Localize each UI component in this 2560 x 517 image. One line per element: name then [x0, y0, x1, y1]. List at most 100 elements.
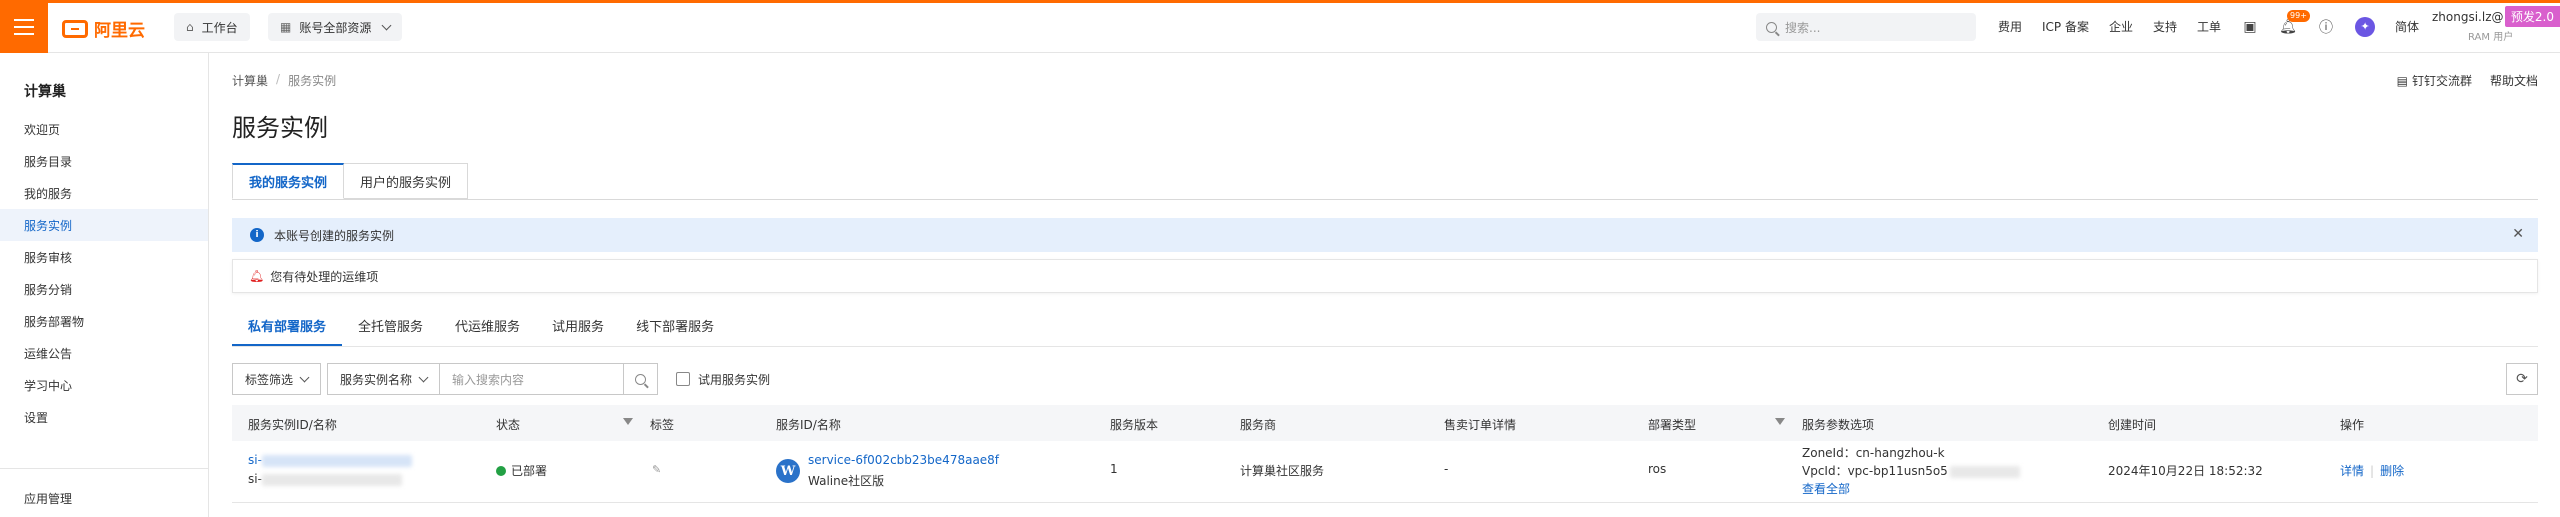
breadcrumb-separator: / — [276, 72, 281, 86]
nav-support[interactable]: 支持 — [2153, 18, 2177, 35]
subtab-trial[interactable]: 试用服务 — [536, 316, 620, 346]
sidebar-item-announcements[interactable]: 运维公告 — [0, 337, 208, 369]
close-icon[interactable]: ✕ — [2512, 226, 2524, 242]
instance-tabs: 我的服务实例 用户的服务实例 — [232, 163, 469, 199]
user-name: zhongsi.lz@ — [2432, 10, 2504, 24]
sidebar-item-distribution[interactable]: 服务分销 — [0, 273, 208, 305]
info-banner-text: 本账号创建的服务实例 — [274, 228, 395, 243]
env-tag: 预发2.0 — [2504, 6, 2560, 27]
sidebar-divider — [0, 468, 208, 469]
service-logo: W — [776, 459, 800, 483]
redacted-name — [261, 473, 402, 486]
tag-edit-button[interactable]: ✎ — [652, 462, 661, 476]
col-deploy-type: 部署类型 — [1648, 418, 1697, 432]
hamburger-icon — [14, 25, 34, 28]
subtab-ops[interactable]: 代运维服务 — [439, 316, 536, 346]
row-actions: 详情 | 删除 — [2340, 462, 2404, 479]
page-title: 服务实例 — [232, 114, 328, 142]
logo-text: 阿里云 — [94, 21, 145, 41]
redacted-vpc — [1949, 465, 2020, 478]
main-content: 计算巢 / 服务实例 ▤ 钉钉交流群 帮助文档 服务实例 我的服务实例 用户的服务… — [210, 53, 2560, 517]
detail-link[interactable]: 详情 — [2340, 464, 2364, 478]
subtabs-divider — [232, 346, 2538, 347]
trial-instance-checkbox[interactable]: 试用服务实例 — [676, 371, 770, 388]
instance-id-link[interactable]: si- — [248, 453, 412, 467]
service-id-link[interactable]: service-6f002cbb23be478aae8f — [808, 453, 999, 467]
menu-toggle-button[interactable] — [0, 0, 48, 53]
global-search-input[interactable]: 搜索... — [1756, 13, 1976, 41]
deploy-type: ros — [1648, 462, 1667, 476]
ops-alert-banner[interactable]: 🔔︎ 您有待处理的运维项 — [232, 259, 2538, 293]
nav-fees[interactable]: 费用 — [1998, 18, 2022, 35]
nav-enterprise[interactable]: 企业 — [2109, 18, 2133, 35]
aliyun-logo[interactable]: 阿里云 — [62, 16, 145, 41]
bell-icon[interactable]: 🔔︎ 99+ — [2279, 9, 2310, 36]
dingtalk-group-link[interactable]: ▤ 钉钉交流群 — [2397, 72, 2472, 89]
sidebar-item-catalog[interactable]: 服务目录 — [0, 145, 208, 177]
refresh-icon: ⟳ — [2516, 371, 2528, 387]
screen-icon[interactable]: ▣ — [2241, 18, 2259, 36]
tab-user-instances[interactable]: 用户的服务实例 — [344, 163, 469, 199]
sidebar-item-my-services[interactable]: 我的服务 — [0, 177, 208, 209]
order-detail: - — [1444, 462, 1449, 476]
resource-scope-dropdown[interactable]: ▦ 账号全部资源 — [268, 13, 403, 41]
col-version: 服务版本 — [1110, 418, 1159, 432]
param-vpc: VpcId：vpc-bp11usn5o5 — [1802, 462, 2020, 479]
sidebar-item-learning[interactable]: 学习中心 — [0, 369, 208, 401]
col-status: 状态 — [496, 418, 521, 432]
language-switch[interactable]: 简体 — [2395, 18, 2419, 35]
success-check-icon — [496, 466, 506, 476]
nav-icp[interactable]: ICP 备案 — [2042, 18, 2089, 35]
search-field-select[interactable]: 服务实例名称 — [327, 363, 441, 395]
table-header: 服务实例ID/名称 状态 标签 服务ID/名称 服务版本 服务商 售卖订单详情 … — [232, 405, 2538, 441]
instance-search-input[interactable]: 输入搜索内容 — [440, 363, 625, 395]
col-service: 服务ID/名称 — [776, 418, 841, 432]
top-nav: 费用 ICP 备案 企业 支持 工单 ▣ 🔔︎ 99+ ⓘ ✦ 简体 — [1998, 0, 2419, 53]
param-zone: ZoneId：cn-hangzhou-k — [1802, 446, 1945, 460]
user-role: RAM 用户 — [2468, 32, 2514, 43]
refresh-button[interactable]: ⟳ — [2506, 363, 2538, 395]
alert-bell-icon: 🔔︎ — [249, 269, 265, 283]
instance-search-button[interactable] — [624, 363, 659, 395]
table-row: si- si- 已部署 ✎ W service-6f002cbb23be478a… — [232, 441, 2538, 503]
breadcrumb-current: 服务实例 — [288, 74, 337, 88]
help-icon[interactable]: ⓘ — [2317, 18, 2335, 36]
col-order: 售卖订单详情 — [1444, 418, 1517, 432]
page-links: ▤ 钉钉交流群 帮助文档 — [2397, 72, 2538, 89]
chevron-down-icon — [381, 20, 392, 30]
info-banner: i 本账号创建的服务实例 ✕ — [232, 218, 2538, 252]
workbench-button[interactable]: ⌂ 工作台 — [174, 13, 250, 41]
breadcrumb-root[interactable]: 计算巢 — [232, 72, 268, 89]
hamburger-icon — [14, 18, 34, 21]
filter-icon[interactable] — [623, 418, 633, 425]
sidebar-item-review[interactable]: 服务审核 — [0, 241, 208, 273]
service-cell: W service-6f002cbb23be478aae8f Waline社区版 — [776, 453, 1076, 493]
sidebar-item-welcome[interactable]: 欢迎页 — [0, 113, 208, 145]
subtab-managed[interactable]: 全托管服务 — [342, 316, 439, 346]
hamburger-icon — [14, 32, 34, 35]
sidebar-item-artifacts[interactable]: 服务部署物 — [0, 305, 208, 337]
tab-my-instances[interactable]: 我的服务实例 — [232, 163, 345, 199]
aliyun-logo-icon — [62, 19, 88, 38]
home-icon: ⌂ — [186, 20, 194, 34]
tag-filter-select[interactable]: 标签筛选 — [232, 363, 322, 395]
delete-link[interactable]: 删除 — [2380, 464, 2404, 478]
assistant-icon[interactable]: ✦ — [2355, 16, 2376, 37]
sidebar-item-settings[interactable]: 设置 — [0, 401, 208, 433]
created-time: 2024年10月22日 18:52:32 — [2108, 464, 2263, 478]
filter-icon[interactable] — [1775, 418, 1785, 425]
user-menu[interactable]: zhongsi.lz@ RAM 用户 — [2432, 10, 2513, 43]
search-icon — [1766, 21, 1777, 33]
subtab-offline[interactable]: 线下部署服务 — [620, 316, 730, 346]
col-provider: 服务商 — [1240, 418, 1277, 432]
view-all-params-link[interactable]: 查看全部 — [1802, 480, 1850, 497]
help-docs-link[interactable]: 帮助文档 — [2490, 72, 2538, 89]
sidebar-title: 计算巢 — [24, 84, 66, 100]
col-params: 服务参数选项 — [1802, 418, 1875, 432]
action-divider: | — [2370, 464, 2375, 478]
subtab-private[interactable]: 私有部署服务 — [232, 316, 343, 346]
group-icon: ▤ — [2396, 74, 2408, 88]
nav-ticket[interactable]: 工单 — [2197, 18, 2221, 35]
sidebar-item-app-management[interactable]: 应用管理 — [0, 482, 208, 514]
sidebar-item-instances[interactable]: 服务实例 — [0, 209, 208, 241]
